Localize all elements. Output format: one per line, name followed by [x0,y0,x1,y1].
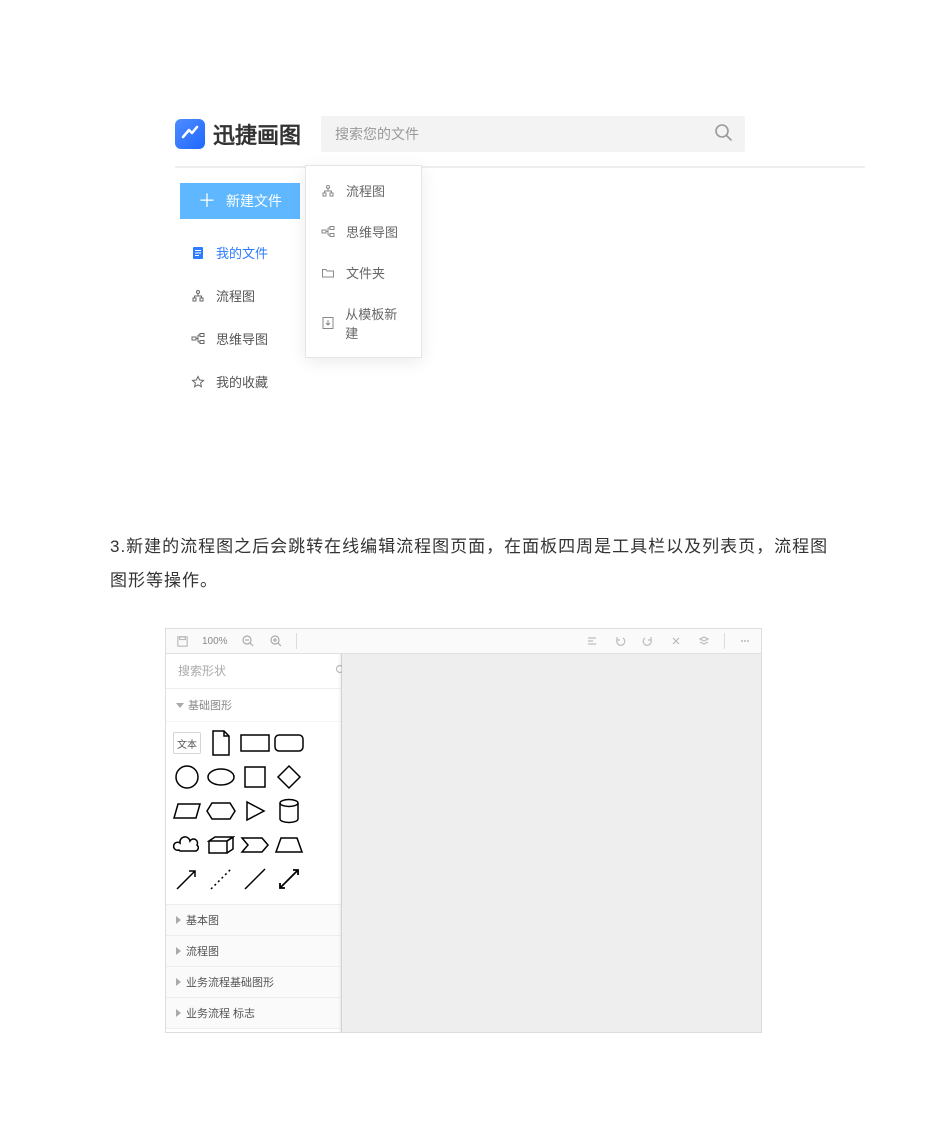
folder-icon [320,265,336,281]
sidebar-item-favorites[interactable]: 我的收藏 [180,360,305,403]
shapes-panel: 基础图形 文本 [166,654,342,1032]
top-toolbar: 100% [166,629,761,654]
save-icon[interactable] [174,633,190,649]
doc-icon [190,245,206,261]
section-flowchart[interactable]: 流程图 [166,935,341,966]
shape-search-bar[interactable] [166,654,341,689]
flow-icon [320,183,336,199]
sidebar-item-label: 我的文件 [216,243,268,262]
shape-roundrect[interactable] [274,728,304,758]
chevron-right-icon [176,916,181,924]
section-business-basic[interactable]: 业务流程基础图形 [166,966,341,997]
mind-icon [190,331,206,347]
sidebar-item-label: 流程图 [216,286,255,305]
shape-parallelogram[interactable] [172,796,202,826]
shape-trapezoid[interactable] [274,830,304,860]
delete-icon[interactable] [668,633,684,649]
toolbar-separator [296,633,297,649]
sidebar: ＋ 新建文件 我的文件 流程图 [175,168,305,468]
flyout-item-folder[interactable]: 文件夹 [306,252,421,293]
search-icon[interactable] [713,122,733,147]
header-bar: 迅捷画图 [175,110,865,166]
new-file-flyout: 流程图 思维导图 文件夹 从模板新建 [305,165,422,358]
file-manager-window: 迅捷画图 ＋ 新建文件 [175,110,865,475]
flyout-item-flowchart[interactable]: 流程图 [306,170,421,211]
sidebar-item-label: 我的收藏 [216,372,268,391]
flyout-item-label: 文件夹 [346,263,385,282]
section-label: 业务流程 标志 [186,1005,255,1021]
section-basic[interactable]: 基本图 [166,904,341,935]
undo-icon[interactable] [612,633,628,649]
chevron-right-icon [176,1009,181,1017]
section-label: 基本图 [186,912,219,928]
section-basic-shapes[interactable]: 基础图形 [166,689,341,722]
section-label: 流程图 [186,943,219,959]
logo-icon [175,119,205,149]
align-left-icon[interactable] [584,633,600,649]
shape-search-input[interactable] [176,663,335,679]
main-body: ＋ 新建文件 我的文件 流程图 [175,166,865,468]
shape-page[interactable] [206,728,236,758]
text-shape-label: 文本 [173,732,201,754]
editor-body: 基础图形 文本 [166,654,761,1032]
sidebar-item-label: 思维导图 [216,329,268,348]
app-logo: 迅捷画图 [175,118,301,150]
flyout-item-label: 流程图 [346,181,385,200]
shape-rect[interactable] [240,728,270,758]
editor-canvas[interactable] [342,654,761,1032]
shape-circle[interactable] [172,762,202,792]
sidebar-item-mindmap[interactable]: 思维导图 [180,317,305,360]
new-file-button[interactable]: ＋ 新建文件 [180,183,300,219]
shapes-grid: 文本 [166,722,341,904]
logo-text: 迅捷画图 [213,118,301,150]
shape-hexagon[interactable] [206,796,236,826]
section-title-label: 基础图形 [188,697,232,713]
flow-icon [190,288,206,304]
shape-step[interactable] [240,830,270,860]
sidebar-item-my-files[interactable]: 我的文件 [180,231,305,274]
shape-cube[interactable] [206,830,236,860]
shape-cylinder[interactable] [274,796,304,826]
flyout-item-template[interactable]: 从模板新建 [306,293,421,353]
template-icon [320,315,335,331]
sidebar-item-flowchart[interactable]: 流程图 [180,274,305,317]
new-file-label: 新建文件 [226,191,282,211]
chevron-down-icon [176,703,184,708]
shape-cloud[interactable] [172,830,202,860]
flyout-item-mindmap[interactable]: 思维导图 [306,211,421,252]
section-label: 业务流程基础图形 [186,974,274,990]
caption-paragraph: 3.新建的流程图之后会跳转在线编辑流程图页面，在面板四周是工具栏以及列表页，流程… [110,530,835,598]
redo-icon[interactable] [640,633,656,649]
star-icon [190,374,206,390]
shape-line[interactable] [240,864,270,894]
zoom-in-icon[interactable] [268,633,284,649]
more-icon[interactable] [737,633,753,649]
search-input[interactable] [333,125,713,143]
shape-triangle[interactable] [240,796,270,826]
flyout-item-label: 从模板新建 [345,304,407,342]
canvas-shadow [338,654,342,1032]
shape-text[interactable]: 文本 [172,728,202,758]
flowchart-editor-window: 100% [165,628,762,1033]
shape-square[interactable] [240,762,270,792]
flyout-item-label: 思维导图 [346,222,398,241]
shape-double-arrow[interactable] [274,864,304,894]
mind-icon [320,224,336,240]
toolbar-separator [724,633,725,649]
section-business-flags[interactable]: 业务流程 标志 [166,997,341,1029]
zoom-out-icon[interactable] [240,633,256,649]
sidebar-nav: 我的文件 流程图 思维导图 [180,231,305,403]
search-bar[interactable] [321,116,745,152]
chevron-right-icon [176,978,181,986]
shape-dashed-line[interactable] [206,864,236,894]
layers-icon[interactable] [696,633,712,649]
chevron-right-icon [176,947,181,955]
plus-icon: ＋ [198,192,216,210]
shape-diamond[interactable] [274,762,304,792]
shape-ellipse[interactable] [206,762,236,792]
shape-arrow[interactable] [172,864,202,894]
zoom-label[interactable]: 100% [202,636,228,647]
